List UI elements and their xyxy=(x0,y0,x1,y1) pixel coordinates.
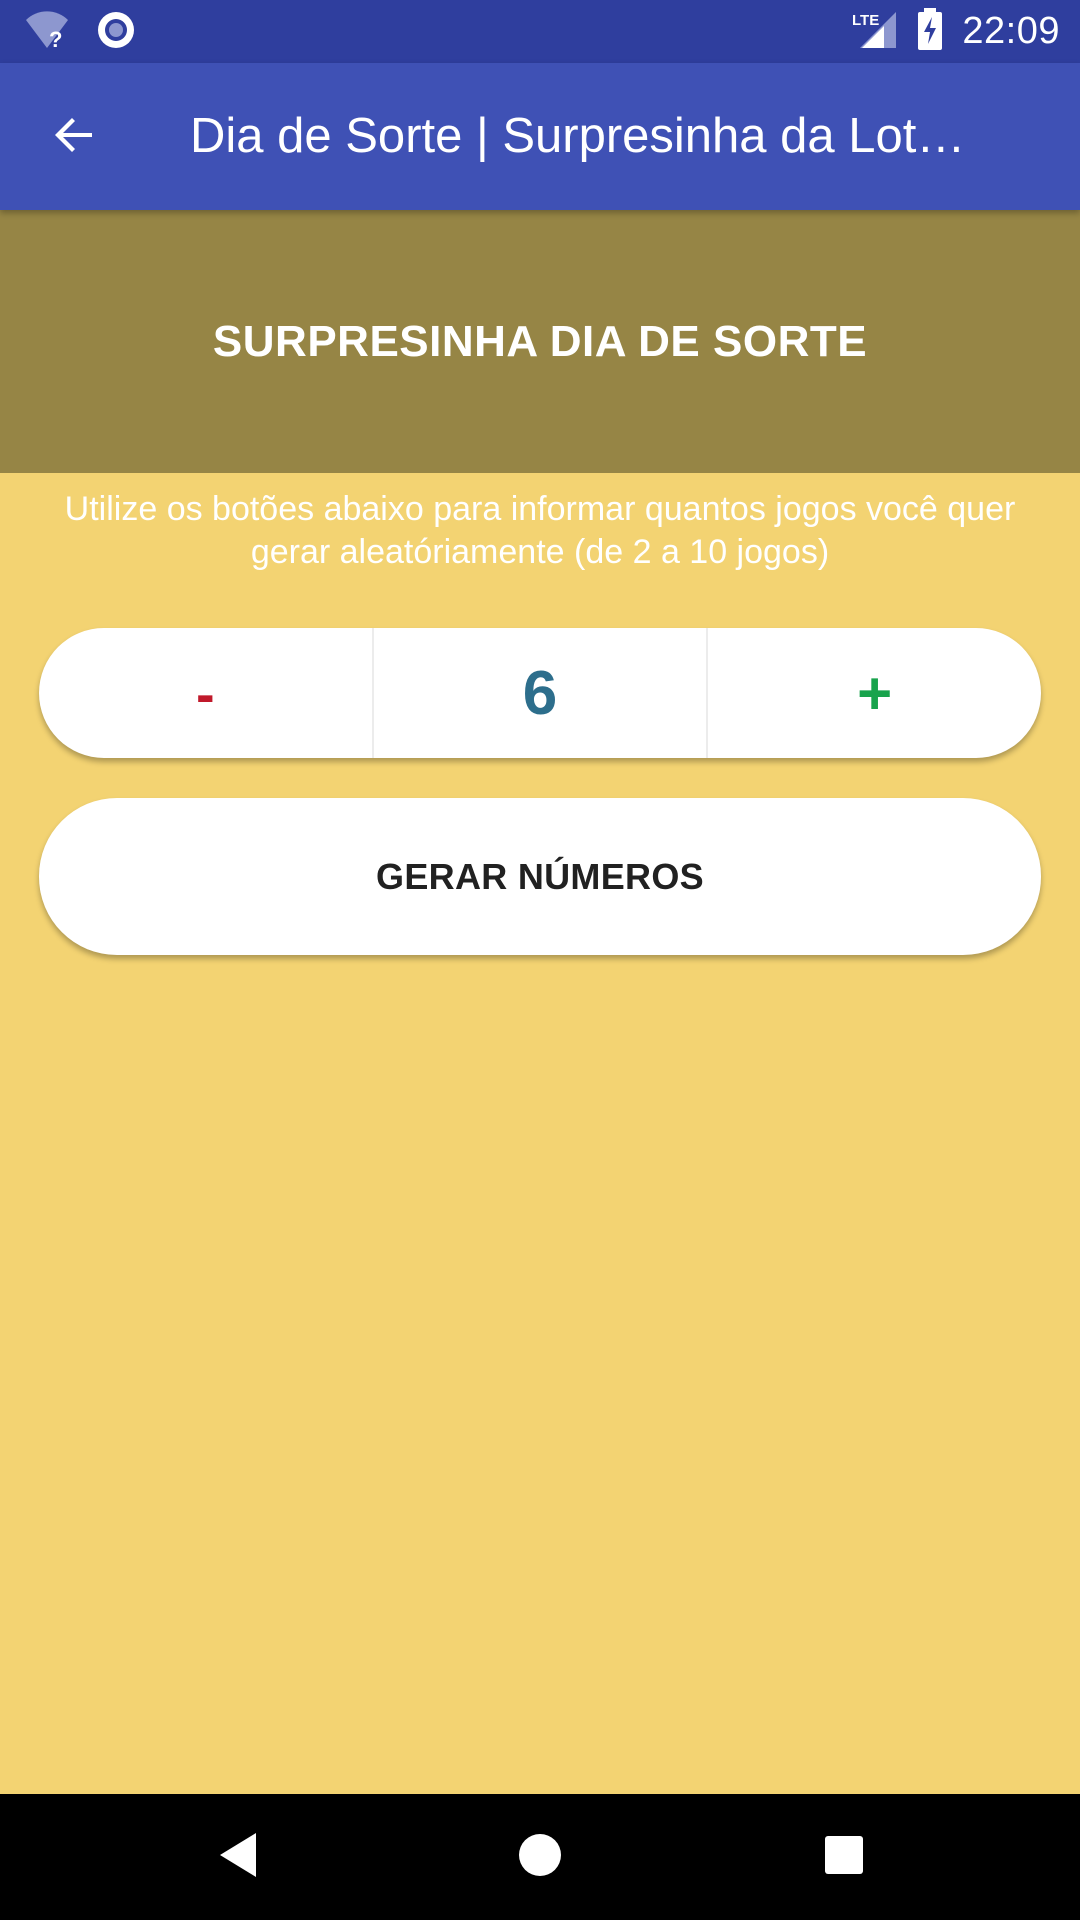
status-bar: ? LTE 22:09 xyxy=(0,0,1080,63)
record-icon xyxy=(96,10,136,55)
svg-text:?: ? xyxy=(49,27,62,50)
app-bar: Dia de Sorte | Surpresinha da Lot… xyxy=(0,63,1080,210)
header-band: SURPRESINHA DIA DE SORTE xyxy=(0,210,1080,473)
instructions-line-2: gerar aleatóriamente (de 2 a 10 jogos) xyxy=(250,533,830,571)
back-triangle-icon xyxy=(216,1831,260,1884)
games-count-value: 6 xyxy=(371,628,707,758)
nav-home-button[interactable] xyxy=(477,1794,603,1920)
section-title: SURPRESINHA DIA DE SORTE xyxy=(212,316,868,366)
network-label: LTE xyxy=(852,12,879,29)
status-right-icons: LTE 22:09 xyxy=(850,0,1060,63)
instructions-line-1: Utilize os botões abaixo para informar q… xyxy=(64,490,1016,528)
lte-signal-icon: LTE xyxy=(850,8,898,55)
nav-back-button[interactable] xyxy=(175,1794,301,1920)
battery-charging-icon xyxy=(916,8,944,55)
back-button[interactable] xyxy=(34,97,114,177)
instructions-text: Utilize os botões abaixo para informar q… xyxy=(0,488,1080,574)
nav-recents-button[interactable] xyxy=(781,1794,907,1920)
page-title: Dia de Sorte | Surpresinha da Lot… xyxy=(190,109,966,163)
navigation-bar xyxy=(0,1794,1080,1920)
wifi-unknown-icon: ? xyxy=(24,10,70,55)
status-time: 22:09 xyxy=(962,10,1060,52)
increment-button[interactable]: + xyxy=(706,628,1041,758)
decrement-button[interactable]: - xyxy=(39,628,372,758)
home-circle-icon xyxy=(517,1832,563,1883)
recents-square-icon xyxy=(823,1834,865,1881)
generate-numbers-button[interactable]: GERAR NÚMEROS xyxy=(39,798,1041,955)
games-count-stepper: - 6 + xyxy=(39,628,1041,758)
status-left-icons: ? xyxy=(24,8,136,56)
arrow-back-icon xyxy=(50,111,98,164)
